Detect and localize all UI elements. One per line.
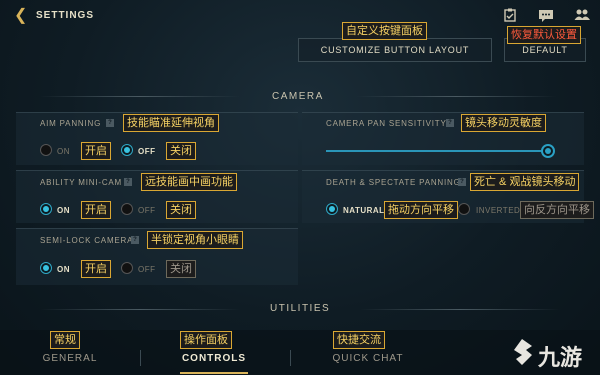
semilock-off-label: OFF bbox=[138, 265, 156, 274]
camera-pan-sensitivity-label: CAMERA PAN SENSITIVITY bbox=[326, 119, 447, 128]
death-spectate-annotation: 死亡 & 观战镜头移动 bbox=[470, 173, 580, 191]
tab-general-label: GENERAL bbox=[42, 353, 98, 364]
utilities-section-title: UTILITIES bbox=[270, 303, 331, 314]
aim-panning-on-annotation: 开启 bbox=[81, 142, 111, 160]
divider bbox=[356, 96, 556, 97]
ability-minicam-label: ABILITY MINI-CAM bbox=[40, 178, 122, 187]
active-tab-indicator bbox=[180, 372, 248, 374]
natural-annotation: 拖动方向平移 bbox=[384, 201, 458, 219]
tab-divider bbox=[140, 350, 141, 366]
customize-button-layout-label: CUSTOMIZE BUTTON LAYOUT bbox=[320, 45, 470, 55]
semilock-on-annotation: 开启 bbox=[81, 260, 111, 278]
ability-minicam-off-radio[interactable] bbox=[121, 203, 133, 215]
back-chevron-icon[interactable]: ❮ bbox=[14, 8, 28, 24]
semilock-off-annotation: 关闭 bbox=[166, 260, 196, 278]
semilock-camera-annotation: 半锁定视角小眼睛 bbox=[147, 231, 243, 249]
inverted-radio[interactable] bbox=[458, 203, 470, 215]
chat-icon[interactable] bbox=[538, 8, 554, 22]
natural-radio[interactable] bbox=[326, 203, 338, 215]
ability-minicam-annotation: 远技能画中画功能 bbox=[141, 173, 237, 191]
sensitivity-slider-handle[interactable] bbox=[541, 144, 555, 158]
ability-minicam-on-radio[interactable] bbox=[40, 203, 52, 215]
ability-minicam-on-label: ON bbox=[57, 206, 70, 215]
divider bbox=[360, 309, 560, 310]
default-annotation: 恢复默认设置 bbox=[507, 26, 581, 44]
info-icon[interactable]: ? bbox=[458, 178, 466, 186]
inverted-label: INVERTED bbox=[476, 206, 521, 215]
friends-icon[interactable] bbox=[574, 8, 590, 22]
death-spectate-panning-label: DEATH & SPECTATE PANNING bbox=[326, 178, 461, 187]
natural-label: NATURAL bbox=[343, 206, 385, 215]
aim-panning-label: AIM PANNING bbox=[40, 119, 102, 128]
semilock-camera-label: SEMI-LOCK CAMERA bbox=[40, 236, 134, 245]
aim-panning-off-radio[interactable] bbox=[121, 144, 133, 156]
tab-general-annotation: 常规 bbox=[50, 331, 80, 349]
sensitivity-slider-track[interactable] bbox=[326, 150, 548, 152]
tab-divider bbox=[290, 350, 291, 366]
camera-pan-sensitivity-annotation: 镜头移动灵敏度 bbox=[461, 114, 546, 132]
aim-panning-off-annotation: 关闭 bbox=[166, 142, 196, 160]
info-icon[interactable]: ? bbox=[131, 236, 139, 244]
tab-quick-chat[interactable]: QUICK CHAT bbox=[320, 353, 416, 364]
ability-minicam-off-annotation: 关闭 bbox=[166, 201, 196, 219]
customize-annotation: 自定义按键面板 bbox=[342, 22, 427, 40]
tab-quick-chat-label: QUICK CHAT bbox=[332, 353, 404, 364]
jiuyou-logo-icon bbox=[508, 337, 536, 367]
aim-panning-on-label: ON bbox=[57, 147, 70, 156]
clipboard-icon[interactable] bbox=[502, 8, 518, 22]
tab-general[interactable]: GENERAL bbox=[30, 353, 110, 364]
customize-button-layout-button[interactable]: CUSTOMIZE BUTTON LAYOUT bbox=[298, 38, 492, 62]
semilock-on-radio[interactable] bbox=[40, 262, 52, 274]
divider bbox=[40, 309, 240, 310]
tab-quick-chat-annotation: 快捷交流 bbox=[333, 331, 385, 349]
aim-panning-annotation: 技能瞄准延伸视角 bbox=[123, 114, 219, 132]
aim-panning-on-radio[interactable] bbox=[40, 144, 52, 156]
tab-controls-annotation: 操作面板 bbox=[180, 331, 232, 349]
ability-minicam-on-annotation: 开启 bbox=[81, 201, 111, 219]
divider bbox=[40, 96, 240, 97]
camera-section-title: CAMERA bbox=[272, 91, 324, 102]
page-title: SETTINGS bbox=[36, 10, 95, 21]
ability-minicam-off-label: OFF bbox=[138, 206, 156, 215]
aim-panning-off-label: OFF bbox=[138, 147, 156, 156]
tab-controls-label: CONTROLS bbox=[181, 353, 247, 364]
semilock-off-radio[interactable] bbox=[121, 262, 133, 274]
tab-controls[interactable]: CONTROLS bbox=[168, 353, 260, 364]
info-icon[interactable]: ? bbox=[446, 119, 454, 127]
info-icon[interactable]: ? bbox=[124, 178, 132, 186]
semilock-on-label: ON bbox=[57, 265, 70, 274]
inverted-annotation: 向反方向平移 bbox=[520, 201, 594, 219]
watermark-text: 九游 bbox=[538, 346, 583, 371]
info-icon[interactable]: ? bbox=[106, 119, 114, 127]
default-label: DEFAULT bbox=[522, 45, 568, 55]
